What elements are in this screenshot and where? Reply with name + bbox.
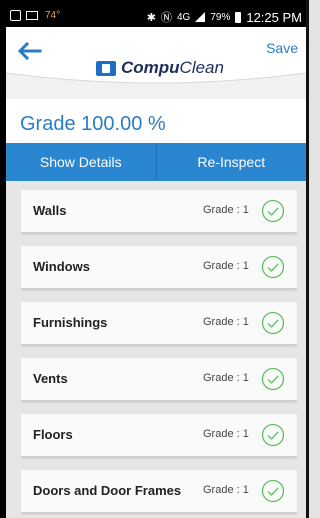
list-item[interactable]: Floors Grade : 1 <box>21 414 297 458</box>
bluetooth-icon: ✱ <box>146 11 156 24</box>
network-type: 4G <box>176 11 191 23</box>
list-item[interactable]: Walls Grade : 1 <box>21 190 297 234</box>
check-circle-icon <box>261 367 285 391</box>
list-item[interactable]: Vents Grade : 1 <box>21 358 297 402</box>
list-item[interactable]: Furnishings Grade : 1 <box>21 302 297 346</box>
logo-text-compu: Compu <box>121 58 180 77</box>
item-label: Walls <box>33 203 67 218</box>
inspection-list: Walls Grade : 1 Windows Grade : 1 Furnis… <box>6 181 306 518</box>
item-grade: Grade : 1 <box>203 204 249 216</box>
check-circle-icon <box>261 199 285 223</box>
status-left: 74° <box>10 10 60 21</box>
show-details-button[interactable]: Show Details <box>6 143 157 181</box>
save-button[interactable]: Save <box>266 40 298 56</box>
nfc-icon: Ⓝ <box>160 12 172 24</box>
check-circle-icon <box>261 479 285 503</box>
status-right: ✱ Ⓝ 4G 79% 12:25 PM <box>147 9 302 25</box>
logo-text-clean: Clean <box>179 58 224 77</box>
list-item[interactable]: Windows Grade : 1 <box>21 246 297 290</box>
battery-percent: 79% <box>210 11 231 23</box>
item-grade: Grade : 1 <box>203 372 249 384</box>
item-grade: Grade : 1 <box>203 260 249 272</box>
item-grade: Grade : 1 <box>203 316 249 328</box>
action-bar: Show Details Re-Inspect <box>6 143 306 181</box>
item-label: Doors and Door Frames <box>33 483 182 498</box>
item-grade: Grade : 1 <box>203 484 249 496</box>
status-bar: 74° ✱ Ⓝ 4G 79% 12:25 PM <box>6 7 306 27</box>
list-item[interactable]: Doors and Door Frames Grade : 1 <box>21 470 297 514</box>
check-circle-icon <box>261 423 285 447</box>
phone-bezel-top <box>0 0 309 7</box>
item-label: Vents <box>33 371 68 386</box>
logo-mark-icon <box>96 60 116 76</box>
compuclean-logo: CompuClean <box>96 55 224 81</box>
logo-text: CompuClean <box>121 58 224 78</box>
signal-icon <box>195 12 206 22</box>
check-circle-icon <box>261 255 285 279</box>
re-inspect-button[interactable]: Re-Inspect <box>157 143 307 181</box>
notification-icon <box>10 10 21 21</box>
item-label: Windows <box>33 259 90 274</box>
check-circle-icon <box>261 311 285 335</box>
grade-summary: Grade 100.00 % <box>6 99 306 143</box>
clock-time: 12:25 PM <box>246 9 302 25</box>
grade-text: Grade 100.00 % <box>20 113 166 135</box>
back-arrow-icon[interactable] <box>16 41 42 61</box>
item-label: Floors <box>33 427 73 442</box>
battery-icon <box>235 11 242 23</box>
item-label: Furnishings <box>33 315 108 330</box>
temperature-text: 74° <box>45 10 61 21</box>
item-grade: Grade : 1 <box>203 428 249 440</box>
mail-icon <box>26 11 38 20</box>
phone-bezel-right <box>306 0 309 518</box>
app-header: Save CompuClean <box>6 27 306 99</box>
